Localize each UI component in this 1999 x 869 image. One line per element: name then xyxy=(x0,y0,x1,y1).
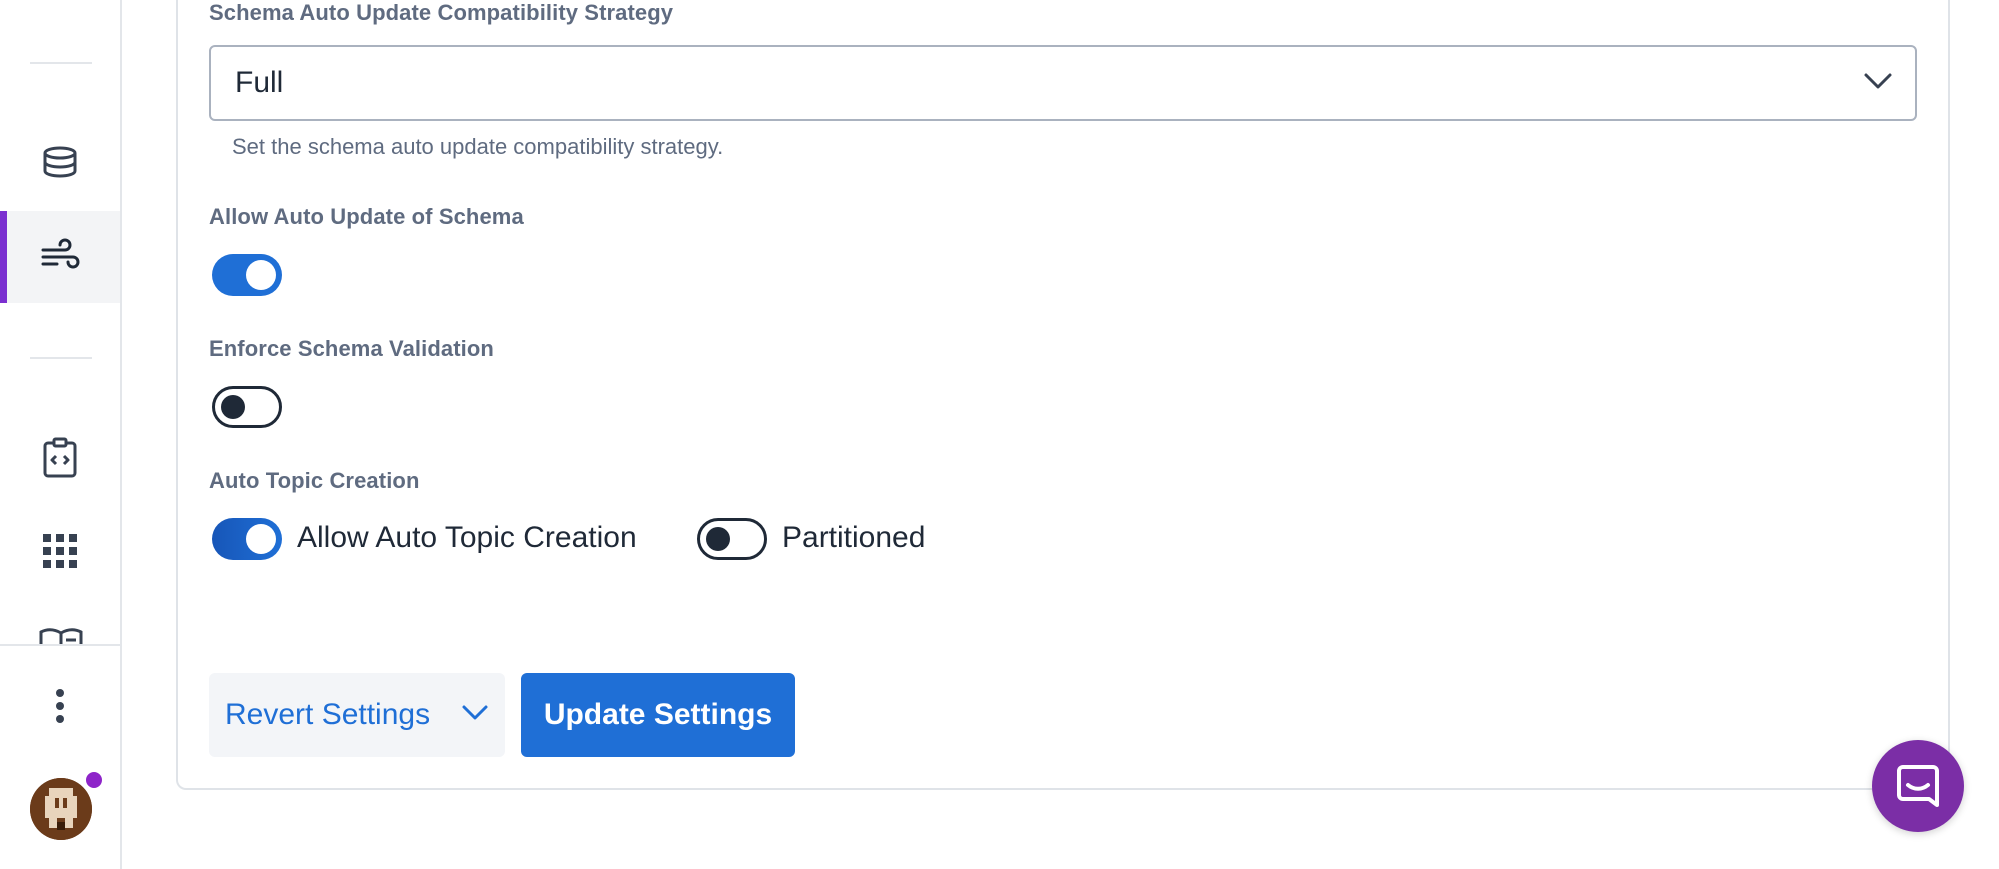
database-icon xyxy=(43,146,77,178)
chat-launcher-button[interactable] xyxy=(1872,740,1964,832)
more-vertical-icon xyxy=(56,689,64,723)
sidebar-scroll-clip xyxy=(0,600,120,644)
code-clipboard-icon xyxy=(43,437,77,478)
compat-strategy-helper: Set the schema auto update compatibility… xyxy=(232,134,724,159)
toggle-knob xyxy=(246,260,276,290)
allow-auto-topic-creation-text: Allow Auto Topic Creation xyxy=(297,521,637,554)
toggle-knob xyxy=(246,524,276,554)
chevron-down-icon xyxy=(462,705,488,720)
pixel-avatar-icon xyxy=(30,778,92,840)
sidebar-item-docs[interactable] xyxy=(38,626,84,644)
book-icon xyxy=(39,628,83,644)
chevron-down-icon xyxy=(1864,73,1892,89)
allow-auto-topic-creation-toggle[interactable] xyxy=(212,518,282,560)
sidebar-divider xyxy=(0,644,120,646)
left-sidebar xyxy=(0,0,122,869)
allow-auto-update-toggle[interactable] xyxy=(212,254,282,296)
auto-topic-creation-label: Auto Topic Creation xyxy=(209,468,420,493)
update-settings-button[interactable]: Update Settings xyxy=(521,673,795,757)
toggle-knob xyxy=(221,395,245,419)
compat-strategy-label: Schema Auto Update Compatibility Strateg… xyxy=(209,0,674,25)
apps-grid-icon xyxy=(43,534,77,568)
compat-strategy-value: Full xyxy=(235,66,284,99)
sidebar-divider xyxy=(30,62,92,64)
stream-icon xyxy=(41,238,80,269)
partitioned-toggle[interactable] xyxy=(697,518,767,560)
enforce-validation-label: Enforce Schema Validation xyxy=(209,336,494,361)
sidebar-item-apps[interactable] xyxy=(0,505,120,597)
notification-badge xyxy=(84,770,104,790)
revert-settings-label: Revert Settings xyxy=(225,698,431,731)
sidebar-more-button[interactable] xyxy=(0,660,120,752)
toggle-knob xyxy=(706,527,730,551)
sidebar-item-database[interactable] xyxy=(0,118,120,210)
sidebar-item-functions[interactable] xyxy=(0,412,120,504)
chat-icon xyxy=(1897,765,1939,807)
compat-strategy-select[interactable]: Full xyxy=(209,45,1917,121)
enforce-validation-toggle[interactable] xyxy=(212,386,282,428)
user-avatar[interactable] xyxy=(30,778,92,840)
partitioned-text: Partitioned xyxy=(782,521,926,554)
revert-settings-button[interactable]: Revert Settings xyxy=(209,673,505,757)
sidebar-divider xyxy=(30,357,92,359)
sidebar-item-streams[interactable] xyxy=(0,211,120,303)
allow-auto-update-label: Allow Auto Update of Schema xyxy=(209,204,524,229)
